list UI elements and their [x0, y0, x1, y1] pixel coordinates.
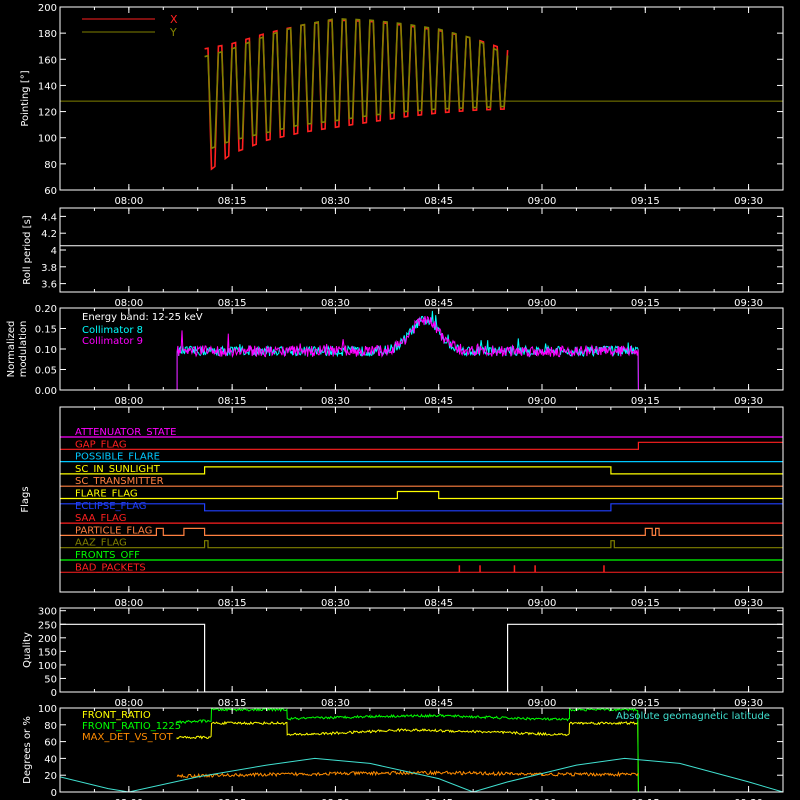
legend-label-x: X: [170, 13, 178, 26]
y-tick-label: 0.00: [35, 386, 57, 397]
x-tick-label: 08:30: [321, 298, 350, 309]
y-tick-label: 140: [38, 81, 57, 92]
flag-bad-packets-label: BAD_PACKETS: [75, 562, 146, 573]
y-tick-label: 120: [38, 108, 57, 119]
flag-possible-flare-label: POSSIBLE_FLARE: [75, 452, 160, 463]
y-tick-label: 0: [51, 688, 57, 699]
x-tick-label: 08:00: [114, 298, 143, 309]
x-tick-label: 09:15: [631, 698, 660, 709]
x-tick-label: 09:00: [528, 396, 557, 407]
flag-saa-flag-label: SAA_FLAG: [75, 513, 126, 524]
x-tick-label: 08:45: [424, 298, 453, 309]
flag-particle-flag-label: PARTICLE_FLAG: [75, 525, 152, 536]
energy-band-annotation: Energy band: 12-25 keV: [82, 312, 203, 323]
y-tick-label: 180: [38, 29, 57, 40]
flag-eclipse-flag-label: ECLIPSE_FLAG: [75, 501, 146, 512]
x-tick-label: 09:15: [631, 196, 660, 207]
legend-label-front-ratio-1225: FRONT_RATIO_1225: [82, 721, 181, 732]
x-tick-label: 09:00: [528, 196, 557, 207]
legend-label-collimator-8: Collimator 8: [82, 325, 143, 336]
legend-label-y: Y: [169, 26, 177, 39]
y-tick-label: 0.20: [35, 304, 57, 315]
x-tick-label: 08:45: [424, 598, 453, 609]
y-tick-label: 100: [38, 661, 57, 672]
x-tick-label: 09:00: [528, 598, 557, 609]
y-tick-label: 0: [51, 788, 57, 799]
y-tick-label: 160: [38, 55, 57, 66]
y-tick-label: 3.6: [41, 280, 57, 291]
x-tick-label: 09:30: [734, 396, 763, 407]
x-tick-label: 08:00: [114, 396, 143, 407]
y-tick-label: 4: [51, 246, 57, 257]
x-tick-label: 08:15: [218, 698, 247, 709]
x-tick-label: 09:00: [528, 698, 557, 709]
flag-sc-transmitter-label: SC_TRANSMITTER: [75, 476, 164, 487]
y-tick-label: 4.2: [41, 229, 57, 240]
y-tick-label: 100: [38, 134, 57, 145]
x-tick-label: 09:00: [528, 298, 557, 309]
y-tick-label: 20: [44, 771, 57, 782]
y-tick-label: 60: [44, 738, 57, 749]
x-tick-label: 08:45: [424, 698, 453, 709]
x-tick-label: 09:15: [631, 396, 660, 407]
x-tick-label: 08:45: [424, 196, 453, 207]
y-axis-label: Roll period [s]: [22, 215, 33, 284]
y-axis-label-line2: modulation: [18, 321, 29, 378]
flag-sc-in-sunlight-label: SC_IN_SUNLIGHT: [75, 464, 161, 475]
x-tick-label: 09:15: [631, 298, 660, 309]
y-axis-label-line1: Normalized: [6, 321, 17, 378]
y-tick-label: 3.8: [41, 263, 57, 274]
x-tick-label: 08:30: [321, 396, 350, 407]
y-tick-label: 200: [38, 634, 57, 645]
y-tick-label: 80: [44, 160, 57, 171]
rhessi-quicklook-figure: 08:00 08:15 08:30 08:45 09:00 09:15 09:30 60 80 1…: [0, 0, 800, 800]
y-tick-label: 60: [44, 186, 57, 197]
x-tick-label: 08:15: [218, 298, 247, 309]
x-tick-label: 08:45: [424, 396, 453, 407]
x-tick-label: 08:00: [114, 698, 143, 709]
x-tick-label: 08:15: [218, 196, 247, 207]
x-tick-label: 08:30: [321, 196, 350, 207]
flag-aaz-flag-label: AAZ_FLAG: [75, 538, 127, 549]
legend-label-geomagnetic-latitude: Absolute geomagnetic latitude: [616, 711, 770, 722]
y-axis-label: Flags: [20, 486, 31, 512]
x-tick-label: 09:15: [631, 598, 660, 609]
x-tick-label: 08:30: [321, 598, 350, 609]
flag-flare-flag-label: FLARE_FLAG: [75, 489, 138, 500]
legend-label-max-det-vs-tot: MAX_DET_VS_TOT: [82, 732, 174, 743]
y-tick-label: 50: [44, 674, 57, 685]
flag-gap-flag-label: GAP_FLAG: [75, 439, 127, 450]
legend-label-front-ratio: FRONT_RATIO: [82, 710, 151, 721]
y-tick-label: 0.05: [35, 366, 57, 377]
y-tick-label: 200: [38, 3, 57, 14]
flag-fronts-off-label: FRONTS_OFF: [75, 550, 140, 561]
y-tick-label: 40: [44, 754, 57, 765]
x-tick-label: 08:00: [114, 196, 143, 207]
flag-attenuator-state-label: ATTENUATOR_STATE: [75, 427, 176, 438]
x-tick-label: 09:30: [734, 298, 763, 309]
x-tick-label: 09:30: [734, 196, 763, 207]
y-tick-label: 80: [44, 721, 57, 732]
y-axis-label: Quality: [22, 632, 33, 668]
x-tick-label: 08:15: [218, 396, 247, 407]
y-axis-label: Pointing [°]: [20, 70, 31, 126]
y-tick-label: 250: [38, 620, 57, 631]
y-tick-label: 100: [38, 704, 57, 715]
y-tick-label: 300: [38, 607, 57, 618]
y-tick-label: 0.10: [35, 345, 57, 356]
y-axis-label: Degrees or %: [22, 716, 33, 784]
legend-label-collimator-9: Collimator 9: [82, 336, 143, 347]
x-tick-label: 09:30: [734, 598, 763, 609]
x-tick-label: 08:00: [114, 598, 143, 609]
x-tick-label: 08:15: [218, 598, 247, 609]
y-tick-label: 150: [38, 647, 57, 658]
x-tick-label: 08:30: [321, 698, 350, 709]
x-tick-label: 09:30: [734, 698, 763, 709]
y-tick-label: 0.15: [35, 325, 57, 336]
y-tick-label: 4.4: [41, 212, 57, 223]
